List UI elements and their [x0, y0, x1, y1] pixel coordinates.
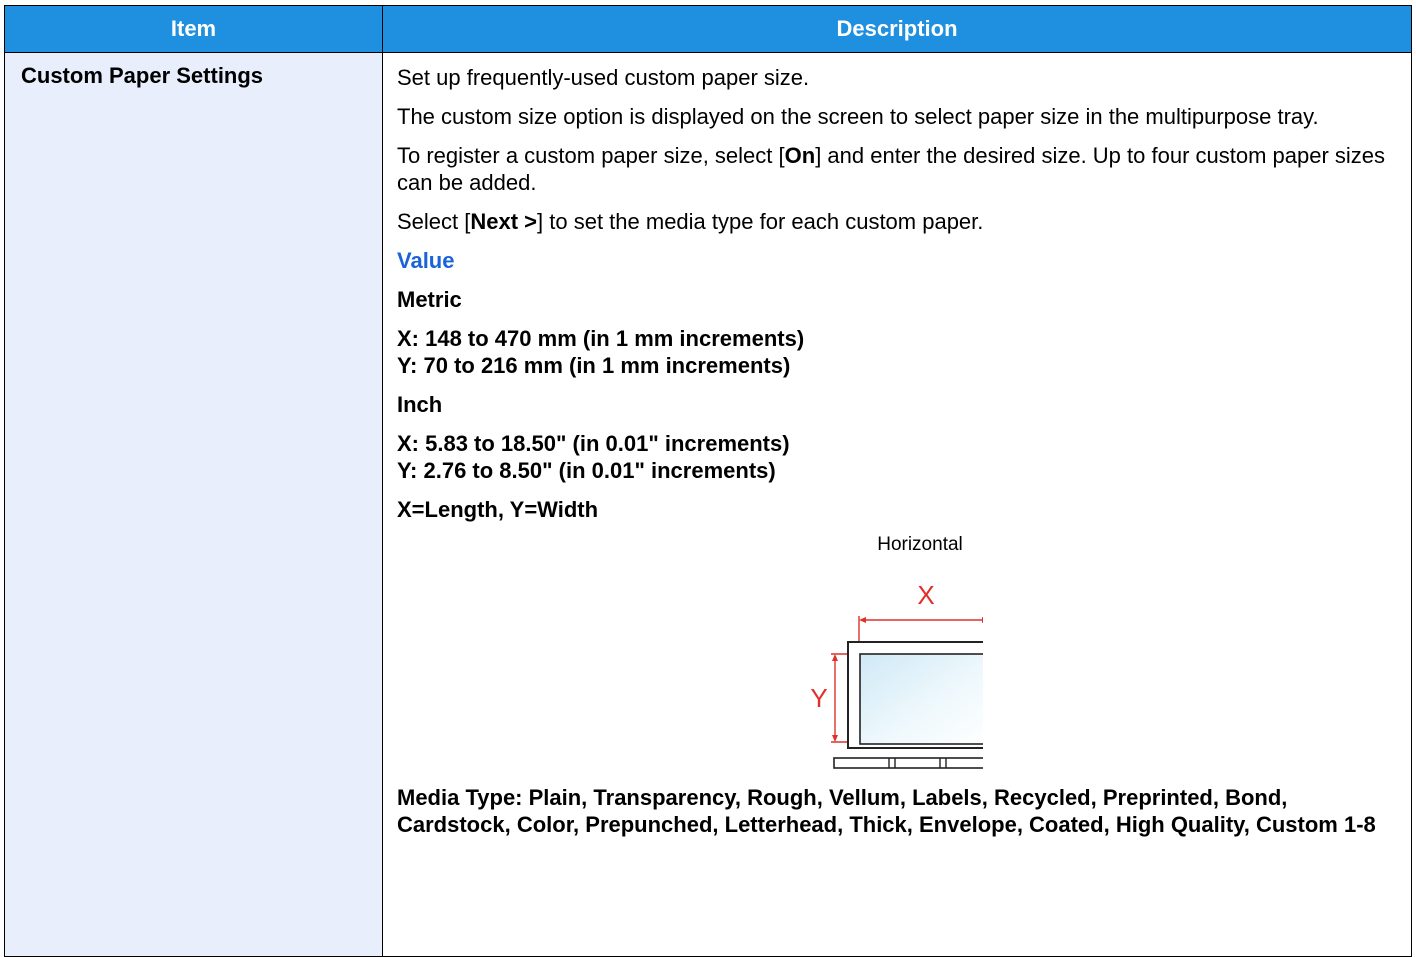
- paper-sheet: [859, 653, 983, 745]
- metric-x-range: X: 148 to 470 mm (in 1 mm increments): [397, 326, 805, 351]
- metric-y-range: Y: 70 to 216 mm (in 1 mm increments): [397, 353, 791, 378]
- value-heading: Value: [397, 248, 455, 273]
- description-paragraph-4: Select [Next >] to set the media type fo…: [397, 209, 984, 234]
- figure-caption: Horizontal: [877, 534, 963, 555]
- description-paragraph-1: Set up frequently-used custom paper size…: [397, 65, 810, 90]
- media-type-list: Media Type: Plain, Transparency, Rough, …: [397, 785, 1376, 837]
- metric-range: X: 148 to 470 mm (in 1 mm increments) Y:…: [397, 325, 1397, 379]
- description-paragraph-3: To register a custom paper size, select …: [397, 143, 1386, 195]
- settings-table: Item Description Custom Paper Settings S…: [4, 5, 1412, 957]
- metric-label: Metric: [397, 287, 462, 312]
- y-arrow-bottom: [832, 735, 838, 742]
- item-name: Custom Paper Settings: [4, 52, 383, 957]
- header-description: Description: [382, 5, 1412, 53]
- on-keyword: On: [784, 143, 816, 168]
- tray-base: [833, 757, 983, 769]
- x-arrow-right: [982, 617, 983, 623]
- inch-range: X: 5.83 to 18.50" (in 0.01" increments) …: [397, 430, 1397, 484]
- description-paragraph-2: The custom size option is displayed on t…: [397, 104, 1319, 129]
- inch-y-range: Y: 2.76 to 8.50" (in 0.01" increments): [397, 458, 776, 483]
- y-arrow-top: [832, 654, 838, 661]
- description-cell: Set up frequently-used custom paper size…: [382, 52, 1412, 957]
- next-keyword: Next >: [470, 209, 538, 234]
- x-dimension-label: X: [917, 580, 934, 610]
- paper-size-figure: Horizontal X Y: [397, 531, 1397, 770]
- table-header-row: Item Description: [4, 5, 1412, 53]
- inch-x-range: X: 5.83 to 18.50" (in 0.01" increments): [397, 431, 790, 456]
- inch-label: Inch: [397, 392, 443, 417]
- x-arrow-left: [859, 617, 866, 623]
- header-item: Item: [4, 5, 383, 53]
- table-row: Custom Paper Settings Set up frequently-…: [4, 52, 1412, 957]
- xy-note: X=Length, Y=Width: [397, 497, 599, 522]
- paper-tray-diagram: X Y: [810, 580, 983, 769]
- y-dimension-label: Y: [810, 683, 827, 713]
